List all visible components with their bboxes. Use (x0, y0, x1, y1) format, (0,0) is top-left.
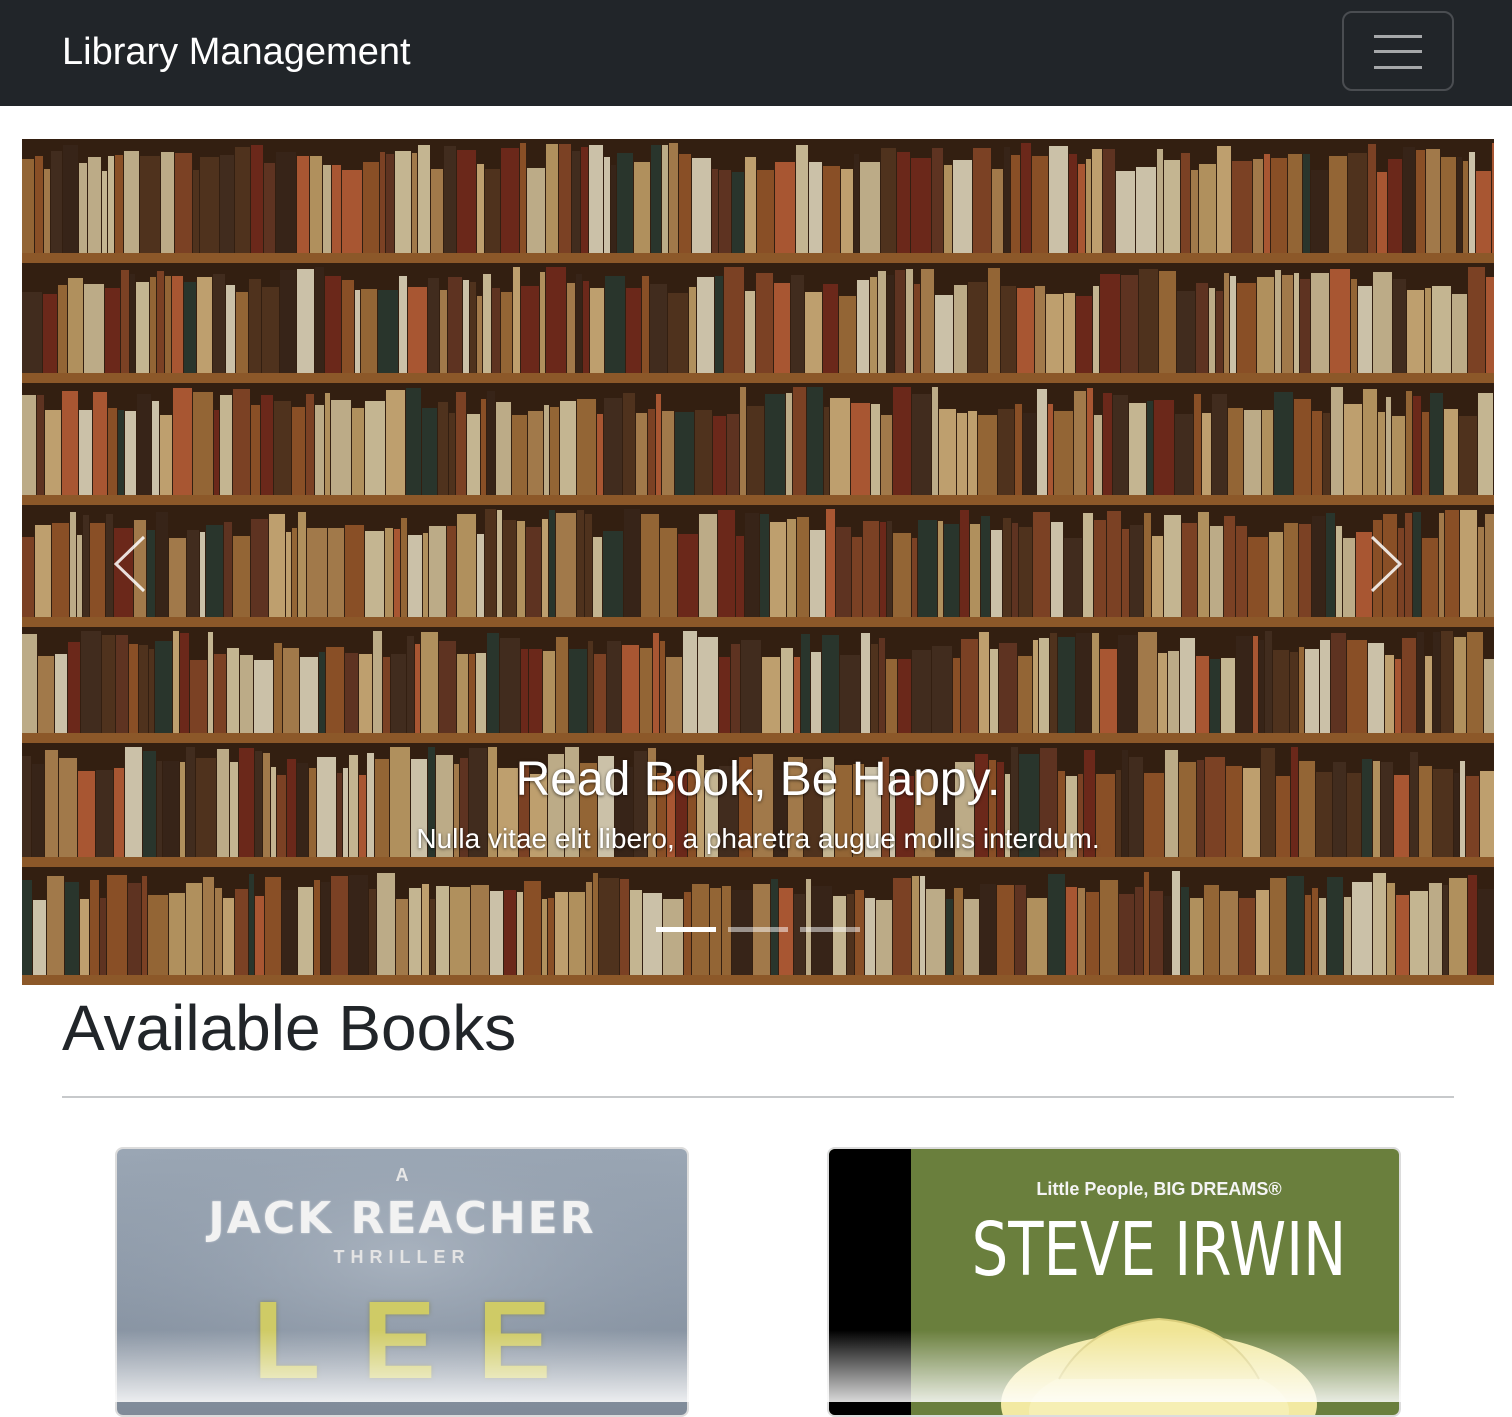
book-cover-headline: STEVE IRWIN (971, 1207, 1347, 1293)
carousel-next-button[interactable] (1354, 519, 1414, 609)
book-cover-headline: JACK REACHER (208, 1193, 596, 1244)
chevron-left-icon (113, 535, 146, 593)
book-cover-author: LEE (253, 1279, 593, 1402)
hero-carousel: Read Book, Be Happy. Nulla vitae elit li… (22, 139, 1494, 985)
section-divider (62, 1096, 1454, 1098)
carousel-caption-title: Read Book, Be Happy. (515, 753, 1001, 806)
hamburger-menu-icon (1374, 35, 1422, 69)
navbar-toggler-button[interactable] (1342, 11, 1454, 91)
chevron-right-icon (1370, 535, 1403, 593)
book-cover-subheadline: THRILLER (333, 1247, 471, 1267)
available-books-heading: Available Books (62, 992, 517, 1064)
book-card[interactable]: A JACK REACHER THRILLER LEE (115, 1147, 689, 1417)
navbar-brand[interactable]: Library Management (62, 28, 411, 76)
carousel-indicators (656, 927, 860, 933)
carousel-indicator-1[interactable] (656, 927, 716, 932)
book-cover-series: Little People, BIG DREAMS® (1036, 1179, 1282, 1199)
navbar: Library Management (0, 0, 1512, 106)
carousel-caption-text: Nulla vitae elit libero, a pharetra augu… (416, 823, 1100, 854)
book-cover-series: A (395, 1165, 409, 1185)
carousel-prev-button[interactable] (102, 519, 162, 609)
carousel-indicator-3[interactable] (800, 927, 860, 932)
carousel-caption: Read Book, Be Happy. Nulla vitae elit li… (22, 747, 1494, 859)
carousel-indicator-2[interactable] (728, 927, 788, 932)
book-card[interactable]: Little People, BIG DREAMS® STEVE IRWIN (827, 1147, 1401, 1417)
